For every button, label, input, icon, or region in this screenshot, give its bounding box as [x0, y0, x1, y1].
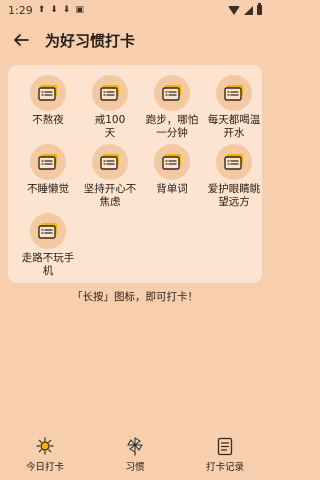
status-bar: 1:29 ⬆ ⬇ ⬇ ▣: [0, 0, 270, 20]
habit-item[interactable]: 戒100天: [82, 75, 138, 147]
habit-item[interactable]: 背单词: [144, 144, 200, 216]
habit-icon-circle: [30, 75, 66, 111]
checklist-card-icon: [224, 154, 243, 170]
habit-label: 戒100天: [94, 114, 126, 139]
pinwheel-icon: [127, 437, 143, 456]
checklist-card-icon: [162, 154, 181, 170]
habit-icon-circle: [30, 213, 66, 249]
app-bar: 为好习惯打卡: [0, 24, 270, 56]
habit-icon-circle: [216, 144, 252, 180]
nav-habits[interactable]: 习惯: [95, 436, 175, 480]
habit-label: 不熬夜: [32, 114, 64, 126]
habit-label: 走路不玩手机: [21, 252, 75, 277]
habit-icon-circle: [216, 75, 252, 111]
upload-icon: ⬆: [37, 5, 46, 15]
habit-icon-circle: [92, 75, 128, 111]
habit-label: 不睡懒觉: [27, 183, 69, 195]
back-button[interactable]: [10, 29, 32, 51]
nav-checkin-records[interactable]: 打卡记录: [185, 436, 265, 480]
checklist-card-icon: [162, 85, 181, 101]
habit-item[interactable]: 爱护眼睛眺望远方: [206, 144, 262, 216]
arrow-left-icon: [14, 34, 29, 46]
habit-label: 跑步，哪怕一分钟: [145, 114, 199, 139]
nav-label: 今日打卡: [25, 462, 64, 473]
habit-grid-card: 不熬夜 戒100天 跑步，哪怕一分钟 每天都喝温开水 不睡懒觉 坚持开心不焦虑 …: [8, 65, 262, 283]
sun-icon: [36, 437, 54, 455]
text-icon: ▣: [75, 5, 84, 15]
record-icon: [217, 437, 233, 455]
nav-today-checkin[interactable]: 今日打卡: [5, 436, 85, 480]
habit-icon-circle: [30, 144, 66, 180]
habit-icon-circle: [92, 144, 128, 180]
checklist-card-icon: [38, 85, 57, 101]
checklist-card-icon: [38, 223, 57, 239]
nav-label: 打卡记录: [205, 462, 244, 473]
checklist-card-icon: [224, 85, 243, 101]
status-time: 1:29: [8, 3, 33, 17]
habit-label: 背单词: [156, 183, 188, 195]
habit-item[interactable]: 不熬夜: [20, 75, 76, 147]
habit-label: 每天都喝温开水: [207, 114, 261, 139]
habit-item[interactable]: 走路不玩手机: [20, 213, 76, 285]
habit-item[interactable]: 不睡懒觉: [20, 144, 76, 216]
battery-icon: [257, 3, 262, 15]
habit-item[interactable]: 跑步，哪怕一分钟: [144, 75, 200, 147]
habit-icon-circle: [154, 75, 190, 111]
download-icon: ⬇: [62, 5, 71, 15]
bottom-nav: 今日打卡 习惯 打卡记录: [0, 436, 270, 480]
checklist-card-icon: [100, 85, 119, 101]
signal-icon: [244, 5, 253, 15]
long-press-hint: 「长按」图标，即可打卡！: [72, 291, 198, 303]
download-icon: ⬇: [50, 5, 58, 15]
habit-label: 爱护眼睛眺望远方: [207, 183, 261, 208]
checklist-card-icon: [100, 154, 119, 170]
habit-item[interactable]: 坚持开心不焦虑: [82, 144, 138, 216]
checklist-card-icon: [38, 154, 57, 170]
page-title: 为好习惯打卡: [45, 31, 136, 50]
habit-label: 坚持开心不焦虑: [83, 183, 137, 208]
wifi-icon: [228, 5, 240, 15]
habit-item[interactable]: 每天都喝温开水: [206, 75, 262, 147]
nav-label: 习惯: [125, 462, 145, 473]
habit-icon-circle: [154, 144, 190, 180]
